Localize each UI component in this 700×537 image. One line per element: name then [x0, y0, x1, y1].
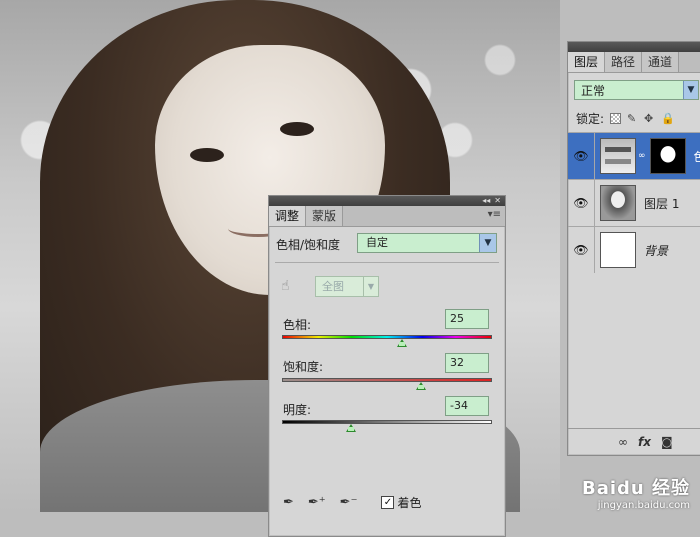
adjustments-panel: ◂◂ ✕ 调整 蒙版 ▾≡ 色相/饱和度 自定 ▼ ☝ 全图 ▼ 色相: 25 …	[268, 195, 506, 537]
add-mask-icon[interactable]: ◙	[661, 435, 673, 449]
colorize-checkbox[interactable]: ✓ 着色	[381, 494, 421, 511]
visibility-toggle[interactable]: 👁	[568, 227, 595, 273]
saturation-slider-track[interactable]	[282, 378, 492, 382]
photo-eye-left	[190, 148, 224, 162]
range-value: 全图	[322, 280, 344, 293]
edit-range-select[interactable]: 全图 ▼	[315, 276, 379, 297]
tab-masks[interactable]: 蒙版	[306, 206, 343, 226]
hue-input[interactable]: 25	[445, 309, 489, 329]
hue-label: 色相:	[283, 316, 311, 333]
layers-footer: ∞ fx ◙	[568, 428, 700, 454]
brush-icon[interactable]: ✎	[627, 113, 638, 124]
adjustments-titlebar[interactable]: ◂◂ ✕	[269, 196, 505, 206]
lock-transparency-icon[interactable]	[610, 113, 621, 124]
watermark-brand: Baidu 经验	[582, 474, 690, 500]
saturation-slider-thumb[interactable]	[416, 382, 426, 390]
close-icon[interactable]: ✕	[494, 196, 501, 206]
layers-tabs: 图层 路径 通道	[568, 52, 700, 73]
lightness-input[interactable]: -34	[445, 396, 489, 416]
link-icon: ∞	[638, 151, 646, 161]
chevron-down-icon[interactable]: ▼	[363, 277, 378, 296]
watermark-url: jingyan.baidu.com	[582, 500, 690, 511]
layer-name: 背景	[644, 242, 668, 259]
targeted-adjust-icon[interactable]: ☝	[281, 278, 290, 294]
eyedropper-icon[interactable]: ✒	[283, 495, 294, 510]
layers-titlebar[interactable]	[568, 42, 700, 52]
fx-icon[interactable]: fx	[638, 435, 651, 449]
baidu-watermark: Baidu 经验 jingyan.baidu.com	[582, 474, 690, 511]
layer-row-adjustment[interactable]: 👁 ∞ 色	[568, 132, 700, 179]
collapse-icon[interactable]: ◂◂	[482, 196, 490, 206]
lock-icon[interactable]: 🔒	[661, 113, 672, 124]
tab-layers[interactable]: 图层	[568, 52, 605, 72]
chevron-down-icon[interactable]: ▼	[683, 81, 698, 99]
layer-thumbnail	[600, 232, 636, 268]
blend-mode-select[interactable]: 正常 ▼	[574, 80, 699, 100]
layer-name: 图层 1	[644, 195, 679, 212]
layers-panel: 图层 路径 通道 正常 ▼ 锁定: ✎ ✥ 🔒 👁 ∞ 色 👁 图层 1 👁 背…	[567, 41, 700, 456]
tab-paths[interactable]: 路径	[605, 52, 642, 72]
hue-slider-thumb[interactable]	[397, 339, 407, 347]
chevron-down-icon[interactable]: ▼	[479, 234, 496, 252]
adjustment-thumbnail	[600, 138, 636, 174]
lock-label: 锁定:	[576, 110, 604, 127]
preset-value: 自定	[366, 236, 388, 249]
adjustments-bottom-tools: ✒ ✒⁺ ✒⁻ ✓ 着色	[283, 494, 421, 511]
saturation-input[interactable]: 32	[445, 353, 489, 373]
panel-menu-icon[interactable]: ▾≡	[488, 209, 501, 220]
blend-mode-value: 正常	[581, 84, 605, 98]
lightness-slider-track[interactable]	[282, 420, 492, 424]
adjustment-type-label: 色相/饱和度	[276, 236, 340, 253]
visibility-toggle[interactable]: 👁	[568, 133, 595, 179]
divider	[275, 262, 499, 263]
lock-row: 锁定: ✎ ✥ 🔒	[576, 110, 672, 127]
visibility-toggle[interactable]: 👁	[568, 180, 595, 226]
adjustments-tabs: 调整 蒙版 ▾≡	[269, 206, 505, 227]
lightness-slider-thumb[interactable]	[346, 424, 356, 432]
saturation-label: 饱和度:	[283, 358, 323, 375]
layer-thumbnail	[600, 185, 636, 221]
tab-adjustments[interactable]: 调整	[269, 206, 306, 226]
checkbox-box[interactable]: ✓	[381, 496, 394, 509]
link-layers-icon[interactable]: ∞	[618, 435, 628, 449]
eyedropper-add-icon[interactable]: ✒⁺	[308, 495, 326, 510]
layer-name: 色	[694, 148, 700, 165]
eye-icon: 👁	[573, 149, 588, 163]
preset-select[interactable]: 自定 ▼	[357, 233, 497, 253]
layer-row-layer1[interactable]: 👁 图层 1	[568, 179, 700, 226]
eyedropper-subtract-icon[interactable]: ✒⁻	[340, 495, 358, 510]
colorize-label: 着色	[397, 494, 421, 511]
tab-channels[interactable]: 通道	[642, 52, 679, 72]
mask-thumbnail[interactable]	[650, 138, 686, 174]
photo-eye-right	[280, 122, 314, 136]
layer-row-background[interactable]: 👁 背景	[568, 226, 700, 273]
eye-icon: 👁	[573, 196, 588, 210]
hue-slider-track[interactable]	[282, 335, 492, 339]
move-icon[interactable]: ✥	[644, 113, 655, 124]
eye-icon: 👁	[573, 243, 588, 257]
lightness-label: 明度:	[283, 401, 311, 418]
